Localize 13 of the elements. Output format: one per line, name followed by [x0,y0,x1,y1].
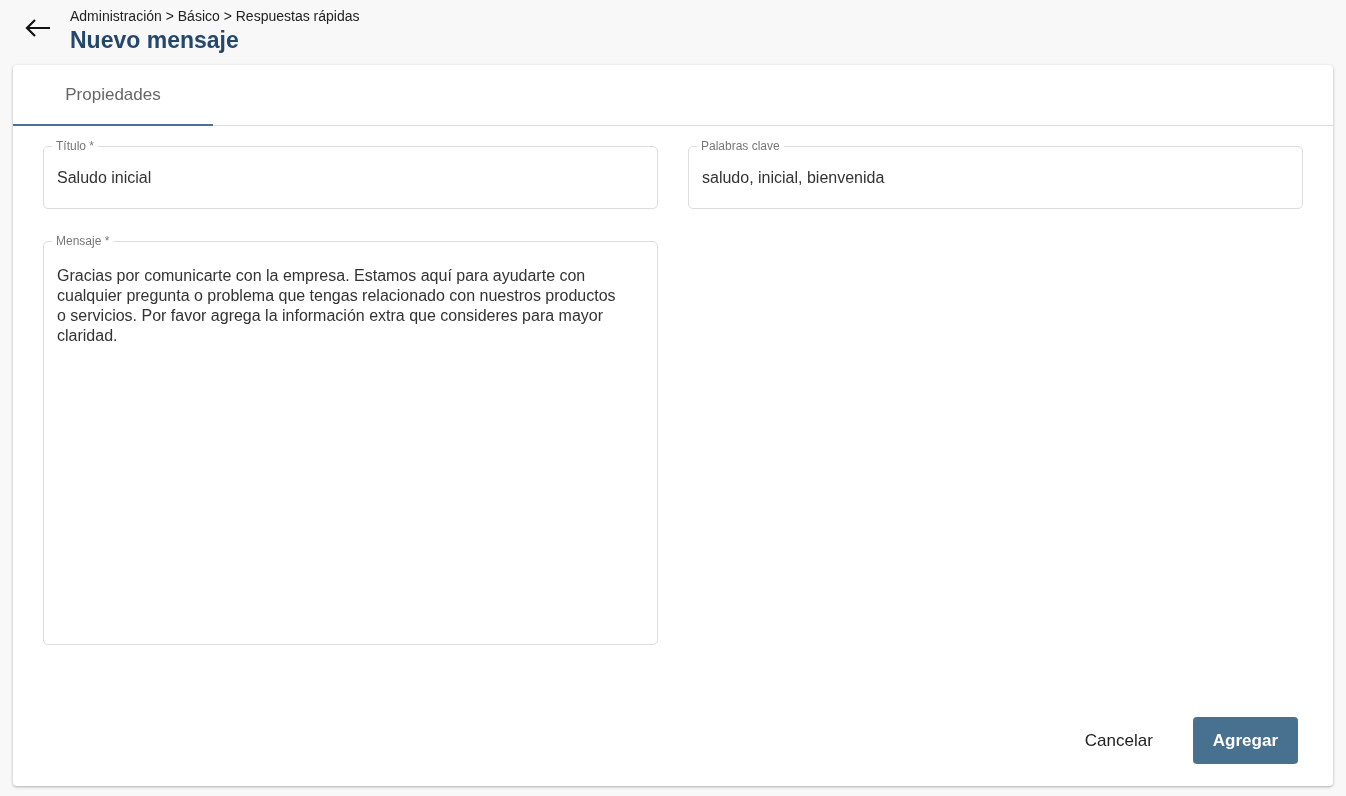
message-field[interactable]: Mensaje * Gracias por comunicarte con la empresa. Estamos aquí para ayudarte con cualquier pregunta o problema que tengas relacionado con nuestros productos o servicios. Por favor agrega la información extra que consideres para mayor claridad. [43,234,658,645]
text-field[interactable]: Título * Saludo inicial [43,139,658,209]
field-label: Palabras clave [697,140,784,152]
breadcrumb: Administración > Básico > Respuestas rápidas [70,8,360,24]
page-title: Nuevo mensaje [70,27,240,54]
back-arrow-icon [24,18,52,38]
field-label: Mensaje * [52,235,114,247]
cancel-button[interactable]: Cancelar [1064,717,1173,764]
properties-tab[interactable]: Propiedades [13,65,213,126]
add-button[interactable]: Agregar [1192,717,1298,764]
text-field[interactable]: Palabras clave saludo, inicial, bienvenida [688,139,1303,209]
field-label: Título * [52,140,98,152]
back-button[interactable] [24,18,52,38]
